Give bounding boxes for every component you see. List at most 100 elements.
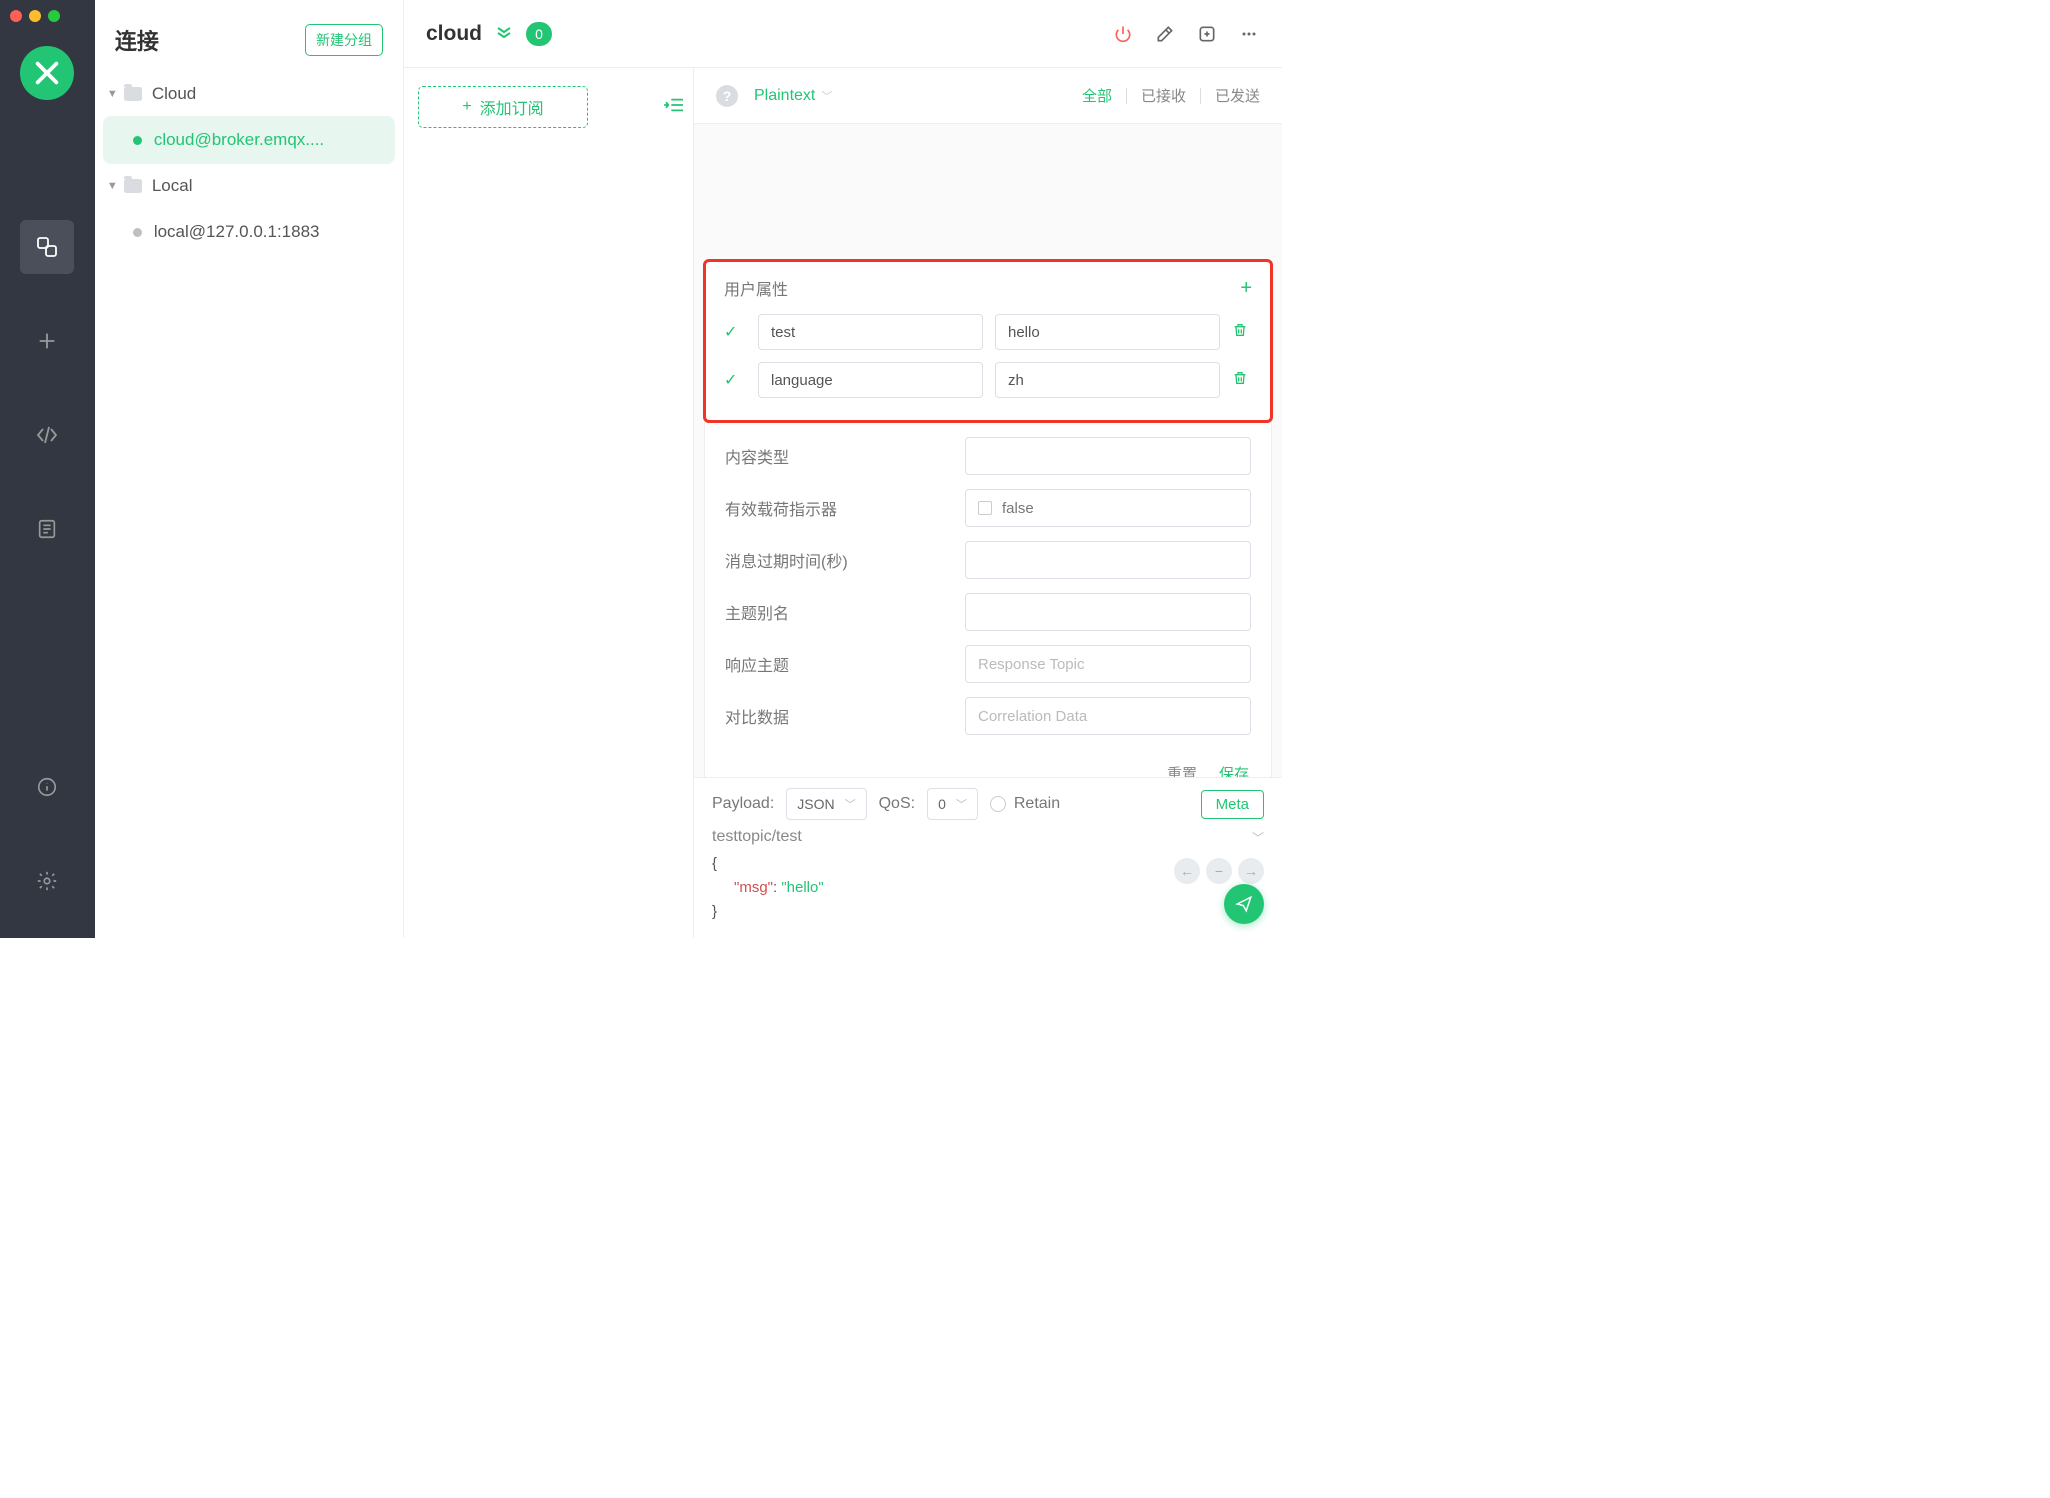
chevron-down-icon[interactable]: ﹀ (1252, 829, 1264, 846)
divider (1200, 88, 1201, 104)
meta-button[interactable]: Meta (1201, 790, 1264, 819)
connection-title: cloud (426, 22, 482, 46)
qos-value: 0 (938, 796, 946, 812)
add-subscription-button[interactable]: + 添加订阅 (418, 86, 588, 128)
new-connection-icon[interactable] (20, 314, 74, 368)
disconnect-icon[interactable] (1112, 23, 1134, 45)
delete-icon[interactable] (1232, 322, 1252, 343)
info-icon[interactable] (20, 760, 74, 814)
expiry-input[interactable] (965, 541, 1251, 579)
history-prev-icon[interactable]: ← (1174, 858, 1200, 884)
format-value: JSON (797, 796, 834, 812)
folder-label: Local (152, 176, 193, 196)
payload-editor[interactable]: { "msg": "hello" } ← − → (712, 852, 1264, 924)
connections-tab-icon[interactable] (20, 220, 74, 274)
checkbox-icon (978, 501, 992, 515)
more-icon[interactable] (1238, 23, 1260, 45)
caret-down-icon: ▼ (107, 88, 121, 100)
folder-local[interactable]: ▼ Local (101, 166, 397, 206)
expand-icon[interactable] (496, 25, 512, 42)
qos-dropdown[interactable]: 0 ﹀ (927, 788, 978, 820)
retain-label: Retain (1014, 795, 1060, 813)
retain-toggle[interactable]: Retain (990, 795, 1060, 813)
reset-button[interactable]: 重置 (1167, 763, 1197, 777)
log-icon[interactable] (20, 502, 74, 556)
status-dot-online (133, 136, 142, 145)
payload-indicator-label: 有效载荷指示器 (725, 496, 965, 520)
filter-all[interactable]: 全部 (1082, 85, 1112, 106)
folder-icon (124, 87, 142, 101)
check-icon: ✓ (724, 322, 746, 342)
payload-label: Payload: (712, 795, 774, 813)
meta-properties-card: 用户属性 + ✓ ✓ (704, 260, 1272, 777)
new-group-button[interactable]: 新建分组 (305, 24, 383, 56)
connection-item-cloud[interactable]: cloud@broker.emqx.... (103, 116, 395, 164)
chevron-down-icon: ﹀ (821, 88, 832, 104)
payload-indicator-checkbox[interactable]: false (965, 489, 1251, 527)
content-type-label: 内容类型 (725, 444, 965, 468)
publish-panel: Payload: JSON ﹀ QoS: 0 ﹀ Retain Meta (694, 777, 1282, 938)
json-string: "hello" (781, 879, 823, 896)
history-next-icon[interactable]: → (1238, 858, 1264, 884)
filter-sent[interactable]: 已发送 (1215, 85, 1260, 106)
add-property-button[interactable]: + (1240, 277, 1252, 300)
new-window-icon[interactable] (1196, 23, 1218, 45)
plus-icon: + (462, 98, 471, 116)
folder-icon (124, 179, 142, 193)
connection-label: local@127.0.0.1:1883 (154, 222, 320, 242)
window-controls[interactable] (10, 10, 60, 22)
filter-received[interactable]: 已接收 (1141, 85, 1186, 106)
delete-icon[interactable] (1232, 370, 1252, 391)
payload-line: } (712, 900, 1264, 924)
maximize-dot[interactable] (48, 10, 60, 22)
message-count-badge: 0 (526, 22, 552, 46)
close-dot[interactable] (10, 10, 22, 22)
prop-value-input[interactable] (995, 362, 1220, 398)
save-button[interactable]: 保存 (1219, 763, 1249, 777)
user-property-row: ✓ (724, 314, 1252, 350)
folder-cloud[interactable]: ▼ Cloud (101, 74, 397, 114)
correlation-label: 对比数据 (725, 704, 965, 728)
format-label: Plaintext (754, 87, 815, 105)
folder-label: Cloud (152, 84, 196, 104)
qos-label: QoS: (879, 795, 915, 813)
json-key: "msg" (734, 879, 773, 896)
topic-input[interactable] (712, 828, 1252, 846)
connections-sidebar: 连接 新建分组 ▼ Cloud cloud@broker.emqx.... ▼ … (95, 0, 404, 938)
topic-alias-input[interactable] (965, 593, 1251, 631)
response-topic-input[interactable] (965, 645, 1251, 683)
response-topic-label: 响应主题 (725, 652, 965, 676)
topic-alias-label: 主题别名 (725, 600, 965, 624)
content-type-input[interactable] (965, 437, 1251, 475)
scripts-icon[interactable] (20, 408, 74, 462)
app-logo (20, 46, 74, 100)
history-minus-icon[interactable]: − (1206, 858, 1232, 884)
minimize-dot[interactable] (29, 10, 41, 22)
connection-item-local[interactable]: local@127.0.0.1:1883 (103, 208, 395, 256)
settings-icon[interactable] (20, 854, 74, 908)
subscriptions-panel: + 添加订阅 (404, 68, 694, 938)
expiry-label: 消息过期时间(秒) (725, 548, 965, 572)
user-property-row: ✓ (724, 362, 1252, 398)
user-props-title: 用户属性 (724, 276, 788, 300)
correlation-input[interactable] (965, 697, 1251, 735)
send-button[interactable] (1224, 884, 1264, 924)
chevron-down-icon: ﹀ (956, 796, 967, 812)
nav-rail (0, 0, 95, 938)
edit-icon[interactable] (1154, 23, 1176, 45)
user-properties-section: 用户属性 + ✓ ✓ (703, 259, 1273, 423)
check-icon: ✓ (724, 370, 746, 390)
prop-key-input[interactable] (758, 314, 983, 350)
collapse-panel-icon[interactable] (663, 96, 685, 119)
help-icon[interactable]: ? (716, 85, 738, 107)
sidebar-title: 连接 (115, 24, 159, 56)
radio-icon (990, 796, 1006, 812)
format-dropdown[interactable]: Plaintext ﹀ (754, 87, 832, 105)
prop-key-input[interactable] (758, 362, 983, 398)
chevron-down-icon: ﹀ (845, 796, 856, 812)
payload-format-dropdown[interactable]: JSON ﹀ (786, 788, 866, 820)
prop-value-input[interactable] (995, 314, 1220, 350)
caret-down-icon: ▼ (107, 180, 121, 192)
status-dot-offline (133, 228, 142, 237)
add-sub-label: 添加订阅 (480, 95, 544, 119)
